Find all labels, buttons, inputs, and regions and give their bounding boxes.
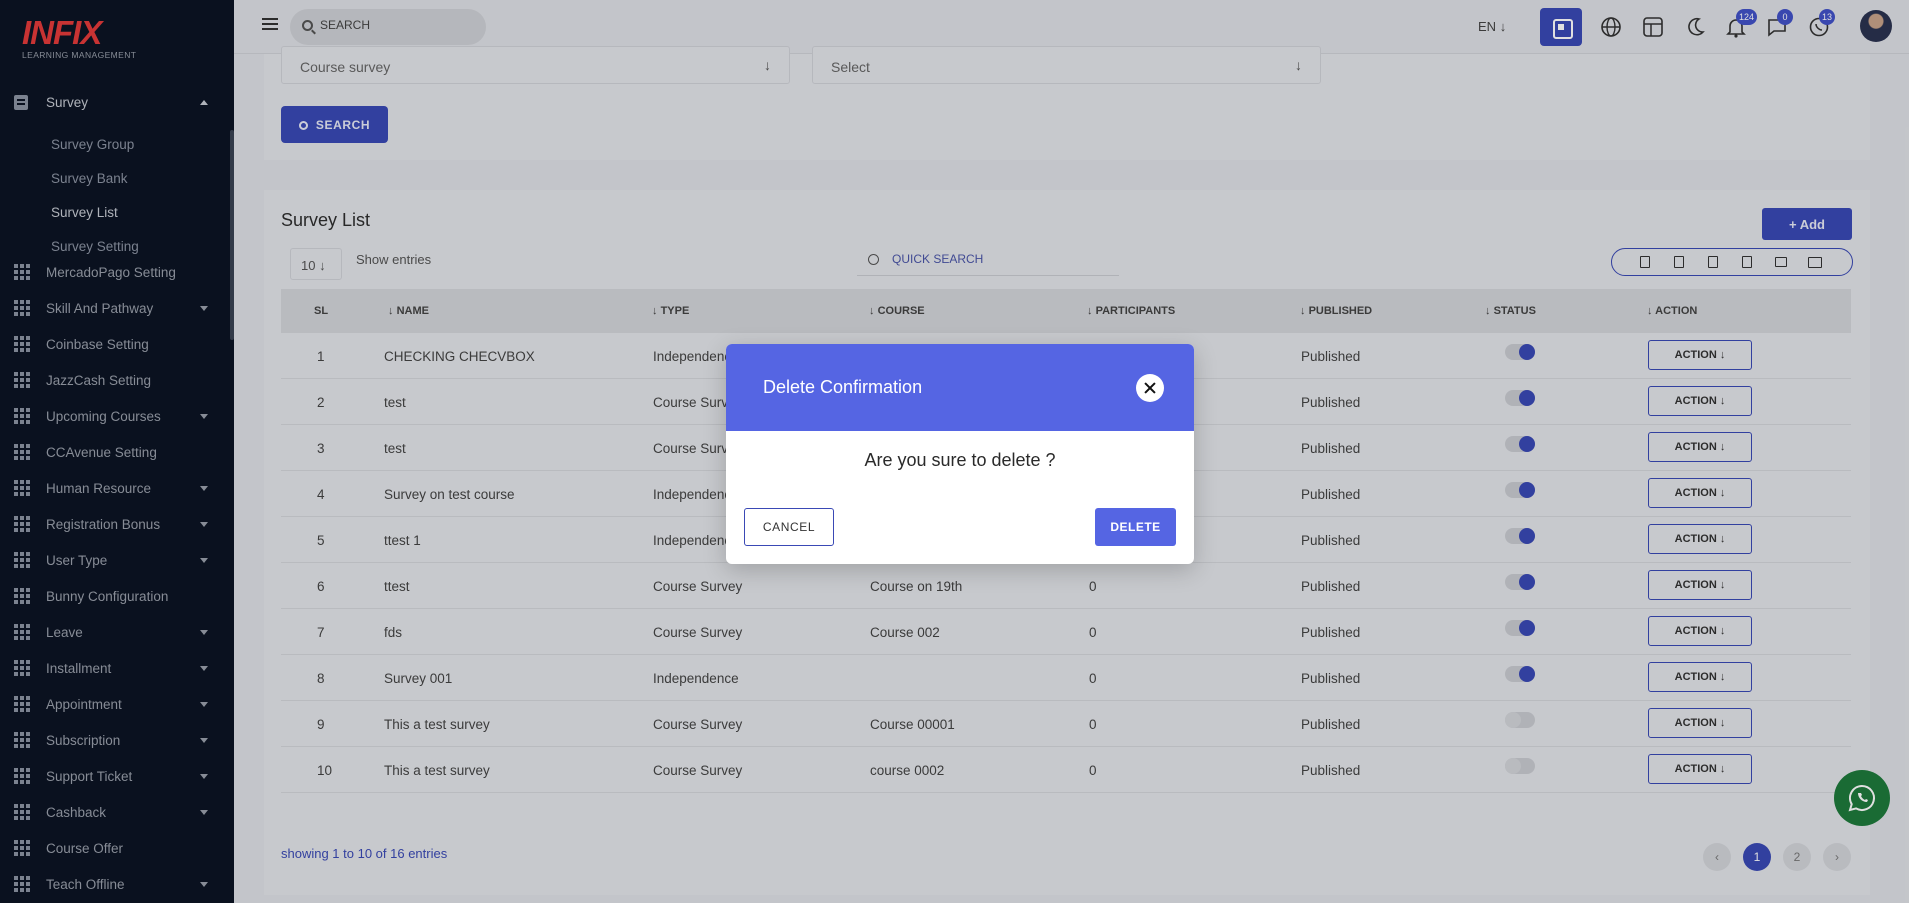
modal-title: Delete Confirmation: [763, 377, 923, 397]
delete-button[interactable]: DELETE: [1095, 508, 1176, 546]
delete-confirmation-modal: Delete Confirmation Are you sure to dele…: [726, 344, 1194, 564]
modal-question: Are you sure to delete ?: [864, 450, 1056, 470]
close-icon[interactable]: [1136, 374, 1164, 402]
cancel-button[interactable]: CANCEL: [744, 508, 834, 546]
modal-header: Delete Confirmation: [726, 344, 1194, 431]
